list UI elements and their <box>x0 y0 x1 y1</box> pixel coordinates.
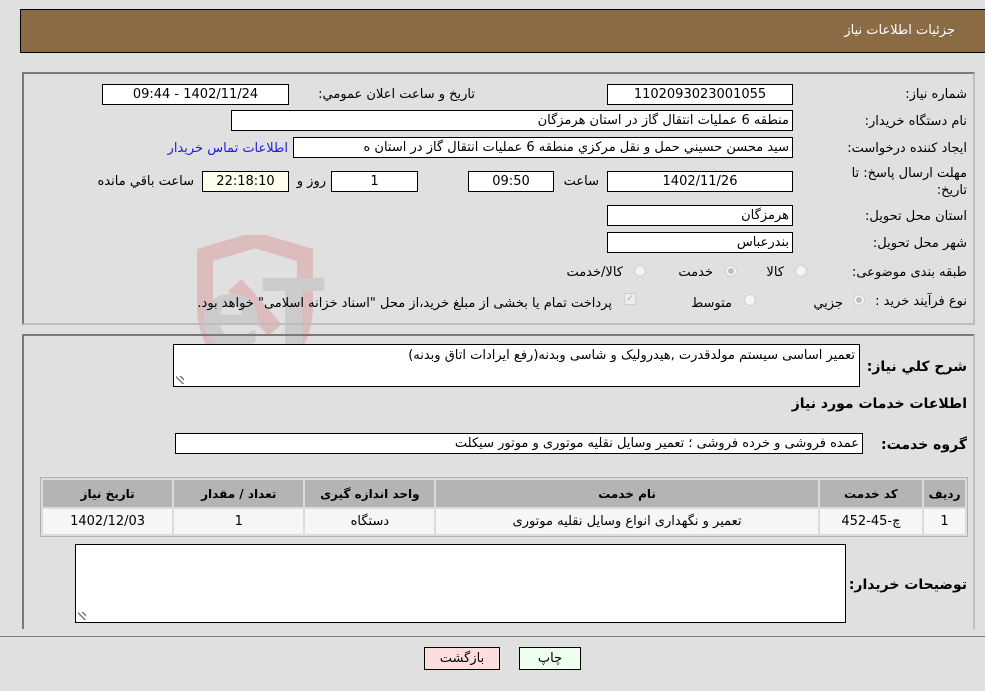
page-title: جزئیات اطلاعات نیاز <box>844 23 955 38</box>
city-field: بندرعباس <box>607 232 793 253</box>
purchase-type-radio-minor[interactable] <box>853 294 865 306</box>
page-header: جزئیات اطلاعات نیاز <box>20 9 985 53</box>
purchase-type-option-medium: متوسط <box>691 296 732 311</box>
deadline-date-field: 1402/11/26 <box>607 171 793 192</box>
col-header-quantity: تعداد / مقدار <box>174 480 304 507</box>
col-header-row-number: رديف <box>924 480 965 507</box>
deadline-time-label: ساعت <box>563 174 599 189</box>
days-remaining-field: 1 <box>331 171 418 192</box>
province-label: استان محل تحویل: <box>865 209 967 224</box>
description-label: شرح کلي نياز: <box>866 359 967 375</box>
table-row: 1 چ-45-452 تعمیر و نگهداری انواع وسایل ن… <box>43 509 965 534</box>
category-option-service: خدمت <box>678 265 713 280</box>
print-button[interactable]: چاپ <box>519 647 581 670</box>
category-option-goods: کالا <box>766 265 784 280</box>
deadline-label: مهلت ارسال پاسخ: تا تاریخ: <box>851 166 967 198</box>
resize-handle-icon[interactable] <box>176 376 184 384</box>
category-label: طبقه بندی موضوعی: <box>851 265 967 280</box>
cell-service-name: تعمیر و نگهداری انواع وسایل نقلیه موتوری <box>436 509 818 534</box>
cell-unit: دستگاه <box>305 509 435 534</box>
buyer-notes-label: توضيحات خريدار: <box>848 577 967 593</box>
need-number-label: شماره نیاز: <box>905 87 967 102</box>
purchase-type-label: نوع فرآیند خرید : <box>875 294 967 309</box>
description-text: تعمیر اساسی سیستم مولدقدرت ,هیدرولیک و ش… <box>408 348 855 363</box>
buyer-org-label: نام دستگاه خريدار: <box>864 114 967 129</box>
cell-row-number: 1 <box>924 509 965 534</box>
cell-quantity: 1 <box>174 509 304 534</box>
requester-field: سيد محسن حسيني حمل و نقل مرکزي منطقه 6 ع… <box>293 137 793 158</box>
category-radio-goods[interactable] <box>795 265 807 277</box>
time-remaining-field: 22:18:10 <box>202 171 289 192</box>
purchase-type-radio-medium[interactable] <box>744 294 756 306</box>
days-label: روز و <box>296 174 326 189</box>
services-heading: اطلاعات خدمات مورد نياز <box>791 396 967 412</box>
col-header-service-name: نام خدمت <box>436 480 818 507</box>
province-field: هرمزگان <box>607 205 793 226</box>
treasury-checkbox[interactable]: ✓ <box>624 293 636 305</box>
buyer-contact-link[interactable]: اطلاعات تماس خريدار <box>168 141 288 156</box>
buyer-notes-textarea[interactable] <box>75 544 846 623</box>
deadline-time-field: 09:50 <box>468 171 554 192</box>
requester-label: ايجاد کننده درخواست: <box>847 141 967 156</box>
cell-service-code: چ-45-452 <box>819 509 923 534</box>
buyer-org-field: منطقه 6 عمليات انتقال گاز در استان هرمزگ… <box>231 110 793 131</box>
category-radio-service[interactable] <box>725 265 737 277</box>
category-radio-goods-service[interactable] <box>634 265 646 277</box>
service-group-field: عمده فروشی و خرده فروشی ؛ تعمیر وسایل نق… <box>175 433 863 454</box>
col-header-need-date: تاريخ نياز <box>43 480 173 507</box>
treasury-note: پرداخت تمام یا بخشی از مبلغ خرید،از محل … <box>197 296 612 311</box>
services-table: رديف کد خدمت نام خدمت واحد اندازه گيری ت… <box>40 477 968 537</box>
city-label: شهر محل تحویل: <box>872 236 967 251</box>
table-header-row: رديف کد خدمت نام خدمت واحد اندازه گيری ت… <box>43 480 965 507</box>
footer-divider <box>0 636 985 637</box>
announce-datetime-field: 1402/11/24 - 09:44 <box>102 84 289 105</box>
category-option-goods-service: کالا/خدمت <box>566 265 623 280</box>
service-group-label: گروه خدمت: <box>881 437 967 453</box>
resize-handle-icon[interactable] <box>78 612 86 620</box>
purchase-type-option-minor: جزيي <box>813 296 843 311</box>
back-button[interactable]: بازگشت <box>424 647 500 670</box>
description-textarea[interactable]: تعمیر اساسی سیستم مولدقدرت ,هیدرولیک و ش… <box>173 344 860 387</box>
time-remaining-label: ساعت باقي مانده <box>97 174 194 189</box>
col-header-service-code: کد خدمت <box>819 480 923 507</box>
col-header-unit: واحد اندازه گيری <box>305 480 435 507</box>
need-number-field: 1102093023001055 <box>607 84 793 105</box>
cell-need-date: 1402/12/03 <box>43 509 173 534</box>
announce-datetime-label: تاریخ و ساعت اعلان عمومي: <box>318 87 475 102</box>
